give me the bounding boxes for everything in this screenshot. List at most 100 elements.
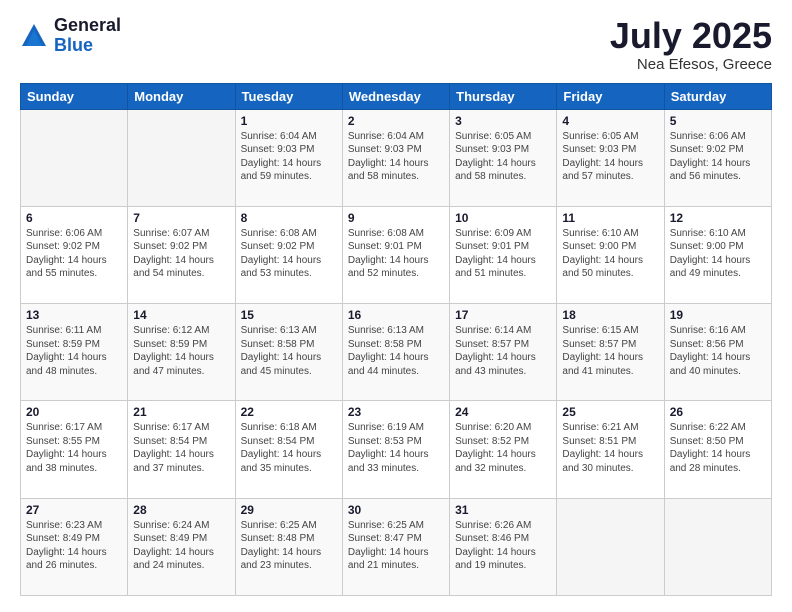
table-row: 24 Sunrise: 6:20 AM Sunset: 8:52 PM Dayli… xyxy=(450,401,557,498)
cell-info: Sunrise: 6:17 AM Sunset: 8:54 PM Dayligh… xyxy=(133,421,229,475)
cell-info: Sunrise: 6:04 AM Sunset: 9:03 PM Dayligh… xyxy=(348,130,444,184)
day-number: 5 xyxy=(670,114,766,128)
table-row: 23 Sunrise: 6:19 AM Sunset: 8:53 PM Dayli… xyxy=(342,401,449,498)
day-number: 20 xyxy=(26,405,122,419)
title-block: July 2025 Nea Efesos, Greece xyxy=(610,16,772,73)
table-row: 1 Sunrise: 6:04 AM Sunset: 9:03 PM Daylig… xyxy=(235,109,342,206)
cell-info: Sunrise: 6:06 AM Sunset: 9:02 PM Dayligh… xyxy=(670,130,766,184)
logo-icon xyxy=(20,22,48,50)
table-row: 21 Sunrise: 6:17 AM Sunset: 8:54 PM Dayli… xyxy=(128,401,235,498)
cell-info: Sunrise: 6:08 AM Sunset: 9:02 PM Dayligh… xyxy=(241,227,337,281)
cell-info: Sunrise: 6:11 AM Sunset: 8:59 PM Dayligh… xyxy=(26,324,122,378)
day-number: 16 xyxy=(348,308,444,322)
calendar-table: Sunday Monday Tuesday Wednesday Thursday… xyxy=(20,83,772,596)
cell-info: Sunrise: 6:05 AM Sunset: 9:03 PM Dayligh… xyxy=(562,130,658,184)
day-number: 12 xyxy=(670,211,766,225)
table-row: 16 Sunrise: 6:13 AM Sunset: 8:58 PM Dayli… xyxy=(342,304,449,401)
cell-info: Sunrise: 6:10 AM Sunset: 9:00 PM Dayligh… xyxy=(670,227,766,281)
col-monday: Monday xyxy=(128,83,235,109)
cell-info: Sunrise: 6:20 AM Sunset: 8:52 PM Dayligh… xyxy=(455,421,551,475)
table-row: 26 Sunrise: 6:22 AM Sunset: 8:50 PM Dayli… xyxy=(664,401,771,498)
cell-info: Sunrise: 6:16 AM Sunset: 8:56 PM Dayligh… xyxy=(670,324,766,378)
cell-info: Sunrise: 6:23 AM Sunset: 8:49 PM Dayligh… xyxy=(26,519,122,573)
col-thursday: Thursday xyxy=(450,83,557,109)
table-row: 11 Sunrise: 6:10 AM Sunset: 9:00 PM Dayli… xyxy=(557,206,664,303)
cell-info: Sunrise: 6:22 AM Sunset: 8:50 PM Dayligh… xyxy=(670,421,766,475)
calendar-week-row: 6 Sunrise: 6:06 AM Sunset: 9:02 PM Daylig… xyxy=(21,206,772,303)
table-row: 2 Sunrise: 6:04 AM Sunset: 9:03 PM Daylig… xyxy=(342,109,449,206)
day-number: 6 xyxy=(26,211,122,225)
cell-info: Sunrise: 6:15 AM Sunset: 8:57 PM Dayligh… xyxy=(562,324,658,378)
logo-general-text: General xyxy=(54,16,121,36)
cell-info: Sunrise: 6:21 AM Sunset: 8:51 PM Dayligh… xyxy=(562,421,658,475)
day-number: 25 xyxy=(562,405,658,419)
month-title: July 2025 xyxy=(610,16,772,56)
cell-info: Sunrise: 6:26 AM Sunset: 8:46 PM Dayligh… xyxy=(455,519,551,573)
table-row: 19 Sunrise: 6:16 AM Sunset: 8:56 PM Dayli… xyxy=(664,304,771,401)
cell-info: Sunrise: 6:10 AM Sunset: 9:00 PM Dayligh… xyxy=(562,227,658,281)
day-number: 17 xyxy=(455,308,551,322)
day-number: 8 xyxy=(241,211,337,225)
cell-info: Sunrise: 6:05 AM Sunset: 9:03 PM Dayligh… xyxy=(455,130,551,184)
calendar-week-row: 20 Sunrise: 6:17 AM Sunset: 8:55 PM Dayli… xyxy=(21,401,772,498)
table-row: 10 Sunrise: 6:09 AM Sunset: 9:01 PM Dayli… xyxy=(450,206,557,303)
cell-info: Sunrise: 6:09 AM Sunset: 9:01 PM Dayligh… xyxy=(455,227,551,281)
day-number: 13 xyxy=(26,308,122,322)
table-row: 13 Sunrise: 6:11 AM Sunset: 8:59 PM Dayli… xyxy=(21,304,128,401)
table-row: 31 Sunrise: 6:26 AM Sunset: 8:46 PM Dayli… xyxy=(450,498,557,595)
table-row: 4Sunrise: 6:05 AM Sunset: 9:03 PM Daylig… xyxy=(557,109,664,206)
table-row xyxy=(21,109,128,206)
table-row: 22Sunrise: 6:18 AM Sunset: 8:54 PM Dayli… xyxy=(235,401,342,498)
day-number: 23 xyxy=(348,405,444,419)
calendar-week-row: 1 Sunrise: 6:04 AM Sunset: 9:03 PM Daylig… xyxy=(21,109,772,206)
table-row: 25 Sunrise: 6:21 AM Sunset: 8:51 PM Dayli… xyxy=(557,401,664,498)
day-number: 11 xyxy=(562,211,658,225)
day-number: 9 xyxy=(348,211,444,225)
table-row: 18Sunrise: 6:15 AM Sunset: 8:57 PM Dayli… xyxy=(557,304,664,401)
cell-info: Sunrise: 6:06 AM Sunset: 9:02 PM Dayligh… xyxy=(26,227,122,281)
col-saturday: Saturday xyxy=(664,83,771,109)
cell-info: Sunrise: 6:18 AM Sunset: 8:54 PM Dayligh… xyxy=(241,421,337,475)
logo-blue-text: Blue xyxy=(54,36,121,56)
cell-info: Sunrise: 6:25 AM Sunset: 8:48 PM Dayligh… xyxy=(241,519,337,573)
day-number: 21 xyxy=(133,405,229,419)
day-number: 19 xyxy=(670,308,766,322)
table-row: 3Sunrise: 6:05 AM Sunset: 9:03 PM Daylig… xyxy=(450,109,557,206)
logo: General Blue xyxy=(20,16,121,56)
col-tuesday: Tuesday xyxy=(235,83,342,109)
calendar-header-row: Sunday Monday Tuesday Wednesday Thursday… xyxy=(21,83,772,109)
table-row: 8 Sunrise: 6:08 AM Sunset: 9:02 PM Daylig… xyxy=(235,206,342,303)
table-row: 29 Sunrise: 6:25 AM Sunset: 8:48 PM Dayli… xyxy=(235,498,342,595)
cell-info: Sunrise: 6:19 AM Sunset: 8:53 PM Dayligh… xyxy=(348,421,444,475)
table-row xyxy=(557,498,664,595)
cell-info: Sunrise: 6:08 AM Sunset: 9:01 PM Dayligh… xyxy=(348,227,444,281)
table-row xyxy=(664,498,771,595)
day-number: 27 xyxy=(26,503,122,517)
day-number: 31 xyxy=(455,503,551,517)
calendar-week-row: 13 Sunrise: 6:11 AM Sunset: 8:59 PM Dayli… xyxy=(21,304,772,401)
cell-info: Sunrise: 6:12 AM Sunset: 8:59 PM Dayligh… xyxy=(133,324,229,378)
table-row: 27 Sunrise: 6:23 AM Sunset: 8:49 PM Dayli… xyxy=(21,498,128,595)
day-number: 26 xyxy=(670,405,766,419)
day-number: 28 xyxy=(133,503,229,517)
cell-info: Sunrise: 6:04 AM Sunset: 9:03 PM Dayligh… xyxy=(241,130,337,184)
cell-info: Sunrise: 6:07 AM Sunset: 9:02 PM Dayligh… xyxy=(133,227,229,281)
day-number: 10 xyxy=(455,211,551,225)
cell-info: Sunrise: 6:25 AM Sunset: 8:47 PM Dayligh… xyxy=(348,519,444,573)
table-row: 5 Sunrise: 6:06 AM Sunset: 9:02 PM Daylig… xyxy=(664,109,771,206)
day-number: 29 xyxy=(241,503,337,517)
table-row: 28 Sunrise: 6:24 AM Sunset: 8:49 PM Dayli… xyxy=(128,498,235,595)
cell-info: Sunrise: 6:24 AM Sunset: 8:49 PM Dayligh… xyxy=(133,519,229,573)
day-number: 2 xyxy=(348,114,444,128)
table-row: 20 Sunrise: 6:17 AM Sunset: 8:55 PM Dayli… xyxy=(21,401,128,498)
day-number: 1 xyxy=(241,114,337,128)
table-row: 30Sunrise: 6:25 AM Sunset: 8:47 PM Dayli… xyxy=(342,498,449,595)
table-row: 12 Sunrise: 6:10 AM Sunset: 9:00 PM Dayli… xyxy=(664,206,771,303)
day-number: 24 xyxy=(455,405,551,419)
col-sunday: Sunday xyxy=(21,83,128,109)
cell-info: Sunrise: 6:13 AM Sunset: 8:58 PM Dayligh… xyxy=(348,324,444,378)
table-row: 14Sunrise: 6:12 AM Sunset: 8:59 PM Dayli… xyxy=(128,304,235,401)
day-number: 7 xyxy=(133,211,229,225)
cell-info: Sunrise: 6:17 AM Sunset: 8:55 PM Dayligh… xyxy=(26,421,122,475)
table-row: 9 Sunrise: 6:08 AM Sunset: 9:01 PM Daylig… xyxy=(342,206,449,303)
